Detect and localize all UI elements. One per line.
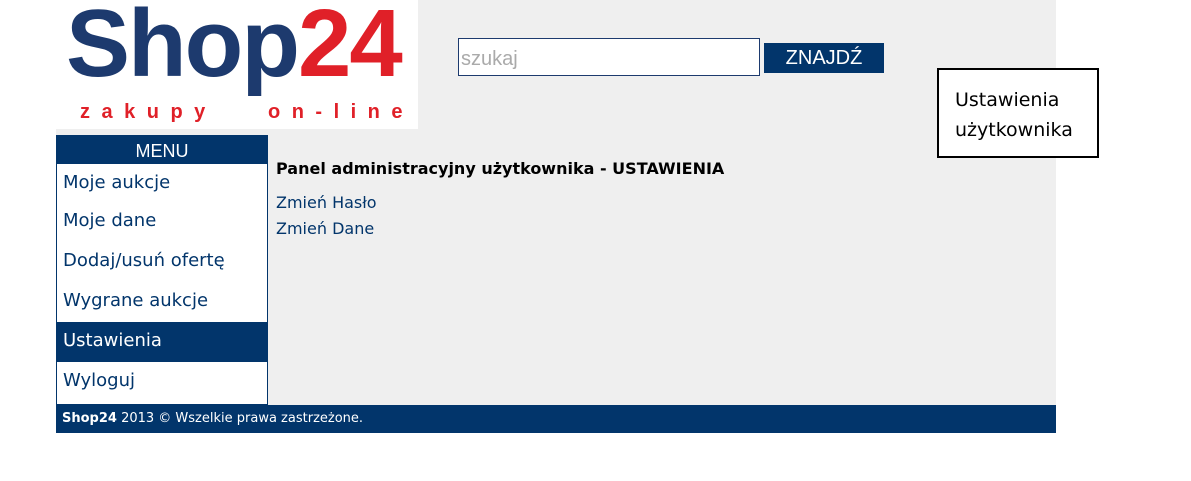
footer-brand: Shop24 <box>62 411 117 426</box>
menu-header: MENU <box>57 135 267 164</box>
logo-name-24: 24 <box>297 0 403 97</box>
footer-copyright: 2013 © Wszelkie prawa zastrzeżone. <box>116 411 364 426</box>
sidebar-item-ustawienia[interactable]: Ustawienia <box>57 322 267 362</box>
footer: Shop24 2013 © Wszelkie prawa zastrzeżone… <box>56 405 1056 433</box>
change-data-link[interactable]: Zmień Dane <box>276 216 1046 250</box>
search-button[interactable]: ZNAJDŹ <box>764 43 884 73</box>
logo-name-shop: Shop <box>66 0 300 97</box>
sidebar-item-wyloguj[interactable]: Wyloguj <box>57 362 267 402</box>
search-input[interactable] <box>458 38 760 76</box>
main-content: Panel administracyjny użytkownika - USTA… <box>276 158 1046 250</box>
page-title: Panel administracyjny użytkownika - USTA… <box>276 159 725 178</box>
sidebar-item-moje-aukcje[interactable]: Moje aukcje <box>57 164 267 202</box>
change-password-link[interactable]: Zmień Hasło <box>276 182 1046 216</box>
logo-tagline: zakupy on-line <box>80 101 415 123</box>
settings-tooltip: Ustawienia użytkownika <box>937 68 1099 158</box>
logo[interactable]: Shop24 zakupy on-line <box>56 0 418 129</box>
sidebar-item-dodaj-usun-oferte[interactable]: Dodaj/usuń ofertę <box>57 242 267 282</box>
logo-wordmark: Shop24 <box>66 0 403 92</box>
sidebar-item-wygrane-aukcje[interactable]: Wygrane aukcje <box>57 282 267 322</box>
sidebar-item-moje-dane[interactable]: Moje dane <box>57 202 267 242</box>
sidebar-menu: MENU Moje aukcje Moje dane Dodaj/usuń of… <box>56 135 268 405</box>
